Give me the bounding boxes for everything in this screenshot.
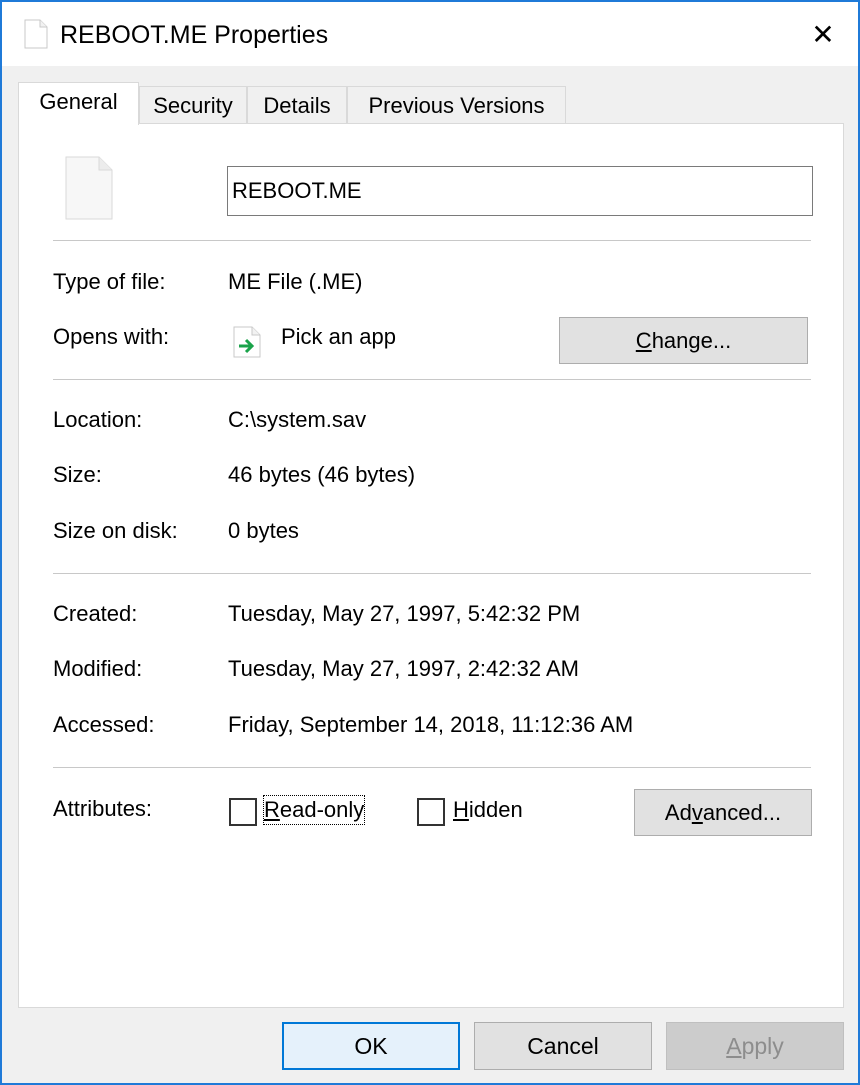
readonly-checkbox[interactable]: [229, 798, 257, 826]
advanced-button-label-post: anced...: [702, 800, 782, 825]
separator: [53, 573, 811, 574]
change-button-label-post: hange...: [651, 328, 732, 353]
size-value: 46 bytes (46 bytes): [228, 462, 416, 487]
readonly-label[interactable]: Read-only: [262, 795, 366, 825]
separator: [53, 379, 811, 380]
hidden-label-text: idden: [468, 797, 523, 822]
location-value: C:\system.sav: [228, 407, 367, 432]
type-of-file-value: ME File (.ME): [228, 269, 363, 294]
opens-with-value: Pick an app: [281, 324, 396, 349]
cancel-button[interactable]: Cancel: [474, 1022, 652, 1070]
created-value: Tuesday, May 27, 1997, 5:42:32 PM: [228, 601, 581, 626]
readonly-accel: R: [264, 797, 280, 822]
created-label: Created:: [53, 601, 138, 626]
hidden-label[interactable]: Hidden: [453, 796, 523, 824]
apply-button[interactable]: Apply: [666, 1022, 844, 1070]
tab-strip: General Security Details Previous Versio…: [18, 82, 844, 125]
location-label: Location:: [53, 407, 143, 432]
document-icon: [24, 19, 48, 49]
window-title: REBOOT.ME Properties: [60, 21, 329, 49]
cancel-button-label: Cancel: [527, 1032, 599, 1059]
hidden-checkbox[interactable]: [417, 798, 445, 826]
tab-previous-versions[interactable]: Previous Versions: [347, 86, 566, 124]
advanced-button-label-pre: Ad: [664, 800, 692, 825]
ok-button-label: OK: [354, 1032, 388, 1059]
opens-with-label: Opens with:: [53, 324, 170, 349]
accessed-label: Accessed:: [53, 712, 155, 737]
apply-button-label-text: pply: [741, 1032, 784, 1059]
ok-button[interactable]: OK: [282, 1022, 460, 1070]
advanced-button[interactable]: Advanced...: [634, 789, 812, 836]
properties-window: REBOOT.ME Properties ✕ General Security …: [0, 0, 860, 1085]
separator: [53, 767, 811, 768]
pick-app-arrow-icon: [233, 326, 261, 358]
type-of-file-label: Type of file:: [53, 269, 166, 294]
change-button-accel: C: [635, 328, 652, 353]
general-panel: Type of file: ME File (.ME) Opens with: …: [18, 123, 844, 1008]
tab-details[interactable]: Details: [247, 86, 347, 124]
tab-security[interactable]: Security: [139, 86, 247, 124]
change-button[interactable]: Change...: [559, 317, 808, 364]
apply-accel: A: [726, 1032, 742, 1059]
apply-button-label: Apply: [726, 1033, 784, 1060]
title-bar: REBOOT.ME Properties ✕: [2, 2, 858, 66]
advanced-button-accel: v: [691, 800, 703, 825]
file-name-field[interactable]: [227, 166, 813, 216]
size-label: Size:: [53, 462, 102, 487]
accessed-value: Friday, September 14, 2018, 11:12:36 AM: [228, 712, 634, 737]
separator: [53, 240, 811, 241]
close-button[interactable]: ✕: [788, 2, 858, 66]
modified-label: Modified:: [53, 656, 143, 681]
close-icon: ✕: [811, 17, 835, 51]
attributes-label: Attributes:: [53, 796, 153, 821]
size-on-disk-label: Size on disk:: [53, 518, 178, 543]
tab-general[interactable]: General: [18, 82, 139, 125]
hidden-accel: H: [453, 797, 469, 822]
modified-value: Tuesday, May 27, 1997, 2:42:32 AM: [228, 656, 579, 681]
readonly-label-text: ead-only: [279, 797, 365, 822]
size-on-disk-value: 0 bytes: [228, 518, 299, 543]
blank-document-icon: [65, 156, 113, 220]
